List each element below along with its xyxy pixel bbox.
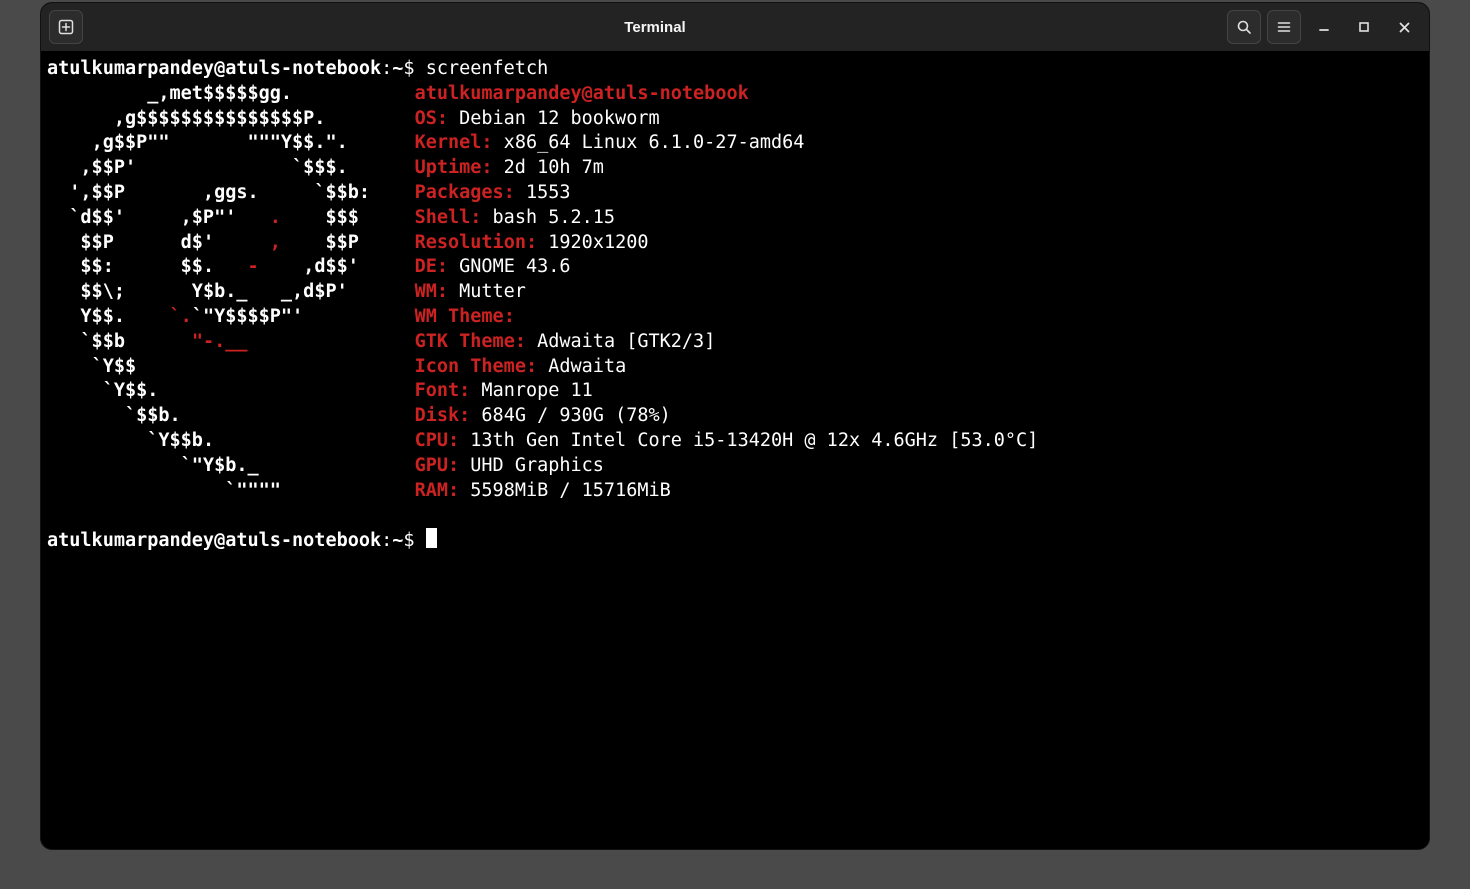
fetch-line: `"Y$b._ GPU: UHD Graphics <box>47 454 1423 479</box>
minimize-icon <box>1317 20 1331 34</box>
search-button[interactable] <box>1227 10 1261 44</box>
menu-button[interactable] <box>1267 10 1301 44</box>
terminal-output[interactable]: atulkumarpandey@atuls-notebook:~$ screen… <box>41 51 1429 849</box>
fetch-line: ',$$P ,ggs. `$$b: Packages: 1553 <box>47 181 1423 206</box>
fetch-line: `d$$' ,$P"' . $$$ Shell: bash 5.2.15 <box>47 206 1423 231</box>
titlebar: Terminal <box>41 3 1429 51</box>
fetch-line: ,g$$$$$$$$$$$$$$$P. OS: Debian 12 bookwo… <box>47 107 1423 132</box>
fetch-line: $$: $$. - ,d$$' DE: GNOME 43.6 <box>47 255 1423 280</box>
hamburger-icon <box>1276 19 1292 35</box>
fetch-line: $$\; Y$b._ _,d$P' WM: Mutter <box>47 280 1423 305</box>
close-button[interactable] <box>1387 10 1421 44</box>
window-title: Terminal <box>83 19 1227 36</box>
new-tab-button[interactable] <box>49 10 83 44</box>
fetch-line: `Y$$. Font: Manrope 11 <box>47 379 1423 404</box>
fetch-line: $$P d$' , $$P Resolution: 1920x1200 <box>47 231 1423 256</box>
terminal-window: Terminal atulkumarpandey@atuls-notebook:… <box>40 2 1430 850</box>
fetch-line: `Y$$ Icon Theme: Adwaita <box>47 355 1423 380</box>
plus-box-icon <box>58 19 74 35</box>
prompt-line: atulkumarpandey@atuls-notebook:~$ <box>47 528 1423 554</box>
maximize-icon <box>1358 21 1370 33</box>
search-icon <box>1236 19 1252 35</box>
fetch-line: `$$b. Disk: 684G / 930G (78%) <box>47 404 1423 429</box>
fetch-line: ,g$$P"" """Y$$.". Kernel: x86_64 Linux 6… <box>47 131 1423 156</box>
fetch-line: ,$$P' `$$$. Uptime: 2d 10h 7m <box>47 156 1423 181</box>
maximize-button[interactable] <box>1347 10 1381 44</box>
prompt-line: atulkumarpandey@atuls-notebook:~$ screen… <box>47 57 1423 82</box>
cursor <box>426 528 437 548</box>
fetch-line: _,met$$$$$gg. atulkumarpandey@atuls-note… <box>47 82 1423 107</box>
close-icon <box>1398 21 1411 34</box>
fetch-line: `"""" RAM: 5598MiB / 15716MiB <box>47 479 1423 504</box>
fetch-line: `Y$$b. CPU: 13th Gen Intel Core i5-13420… <box>47 429 1423 454</box>
minimize-button[interactable] <box>1307 10 1341 44</box>
fetch-line: Y$$. `.`"Y$$$$P"' WM Theme: <box>47 305 1423 330</box>
fetch-line: `$$b "-.__ GTK Theme: Adwaita [GTK2/3] <box>47 330 1423 355</box>
